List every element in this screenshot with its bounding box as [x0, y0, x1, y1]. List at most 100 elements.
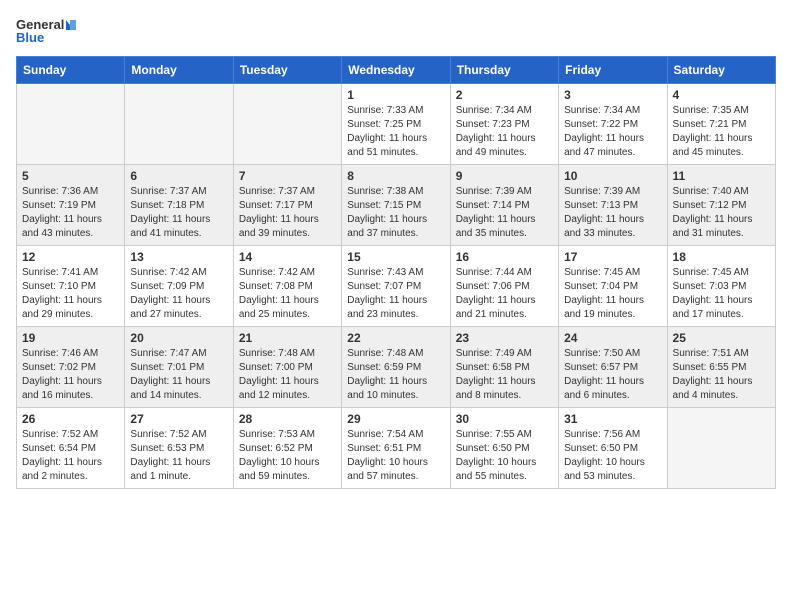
day-info: Sunrise: 7:37 AM Sunset: 7:18 PM Dayligh…	[130, 185, 227, 241]
calendar-cell: 26 Sunrise: 7:52 AM Sunset: 6:54 PM Dayli…	[17, 408, 125, 489]
day-info: Sunrise: 7:37 AM Sunset: 7:17 PM Dayligh…	[239, 185, 336, 241]
day-info: Sunrise: 7:47 AM Sunset: 7:01 PM Dayligh…	[130, 347, 227, 403]
calendar-cell	[125, 84, 233, 165]
day-info: Sunrise: 7:45 AM Sunset: 7:03 PM Dayligh…	[673, 266, 770, 322]
weekday-header-friday: Friday	[559, 57, 667, 84]
logo: GeneralBlue	[16, 16, 76, 46]
day-info: Sunrise: 7:36 AM Sunset: 7:19 PM Dayligh…	[22, 185, 119, 241]
calendar-cell: 5 Sunrise: 7:36 AM Sunset: 7:19 PM Daylig…	[17, 165, 125, 246]
day-number: 9	[456, 169, 553, 183]
weekday-header-monday: Monday	[125, 57, 233, 84]
page-header: GeneralBlue	[16, 16, 776, 46]
calendar-cell: 3Sunrise: 7:34 AM Sunset: 7:22 PM Daylig…	[559, 84, 667, 165]
day-info: Sunrise: 7:40 AM Sunset: 7:12 PM Dayligh…	[673, 185, 770, 241]
calendar-cell: 2 Sunrise: 7:34 AM Sunset: 7:23 PM Daylig…	[450, 84, 558, 165]
calendar-cell: 25 Sunrise: 7:51 AM Sunset: 6:55 PM Dayli…	[667, 327, 775, 408]
calendar-cell: 14Sunrise: 7:42 AM Sunset: 7:08 PM Dayli…	[233, 246, 341, 327]
weekday-header-saturday: Saturday	[667, 57, 775, 84]
day-info: Sunrise: 7:41 AM Sunset: 7:10 PM Dayligh…	[22, 266, 119, 322]
calendar-cell: 7 Sunrise: 7:37 AM Sunset: 7:17 PM Daylig…	[233, 165, 341, 246]
calendar-cell: 20 Sunrise: 7:47 AM Sunset: 7:01 PM Dayli…	[125, 327, 233, 408]
calendar-cell: 30 Sunrise: 7:55 AM Sunset: 6:50 PM Dayli…	[450, 408, 558, 489]
calendar-cell: 17 Sunrise: 7:45 AM Sunset: 7:04 PM Dayli…	[559, 246, 667, 327]
calendar-cell: 16 Sunrise: 7:44 AM Sunset: 7:06 PM Dayli…	[450, 246, 558, 327]
day-info: Sunrise: 7:49 AM Sunset: 6:58 PM Dayligh…	[456, 347, 553, 403]
day-number: 28	[239, 412, 336, 426]
day-number: 12	[22, 250, 119, 264]
day-number: 11	[673, 169, 770, 183]
day-info: Sunrise: 7:53 AM Sunset: 6:52 PM Dayligh…	[239, 428, 336, 484]
weekday-header-thursday: Thursday	[450, 57, 558, 84]
day-info: Sunrise: 7:55 AM Sunset: 6:50 PM Dayligh…	[456, 428, 553, 484]
calendar-cell: 12 Sunrise: 7:41 AM Sunset: 7:10 PM Dayli…	[17, 246, 125, 327]
calendar-cell: 6 Sunrise: 7:37 AM Sunset: 7:18 PM Daylig…	[125, 165, 233, 246]
calendar-cell	[17, 84, 125, 165]
day-number: 8	[347, 169, 444, 183]
calendar-cell: 19 Sunrise: 7:46 AM Sunset: 7:02 PM Dayli…	[17, 327, 125, 408]
calendar-week-row: 12 Sunrise: 7:41 AM Sunset: 7:10 PM Dayli…	[17, 246, 776, 327]
day-number: 31	[564, 412, 661, 426]
day-info: Sunrise: 7:52 AM Sunset: 6:54 PM Dayligh…	[22, 428, 119, 484]
calendar-cell: 31Sunrise: 7:56 AM Sunset: 6:50 PM Dayli…	[559, 408, 667, 489]
day-number: 23	[456, 331, 553, 345]
day-number: 24	[564, 331, 661, 345]
day-number: 4	[673, 88, 770, 102]
day-number: 16	[456, 250, 553, 264]
day-info: Sunrise: 7:44 AM Sunset: 7:06 PM Dayligh…	[456, 266, 553, 322]
day-number: 20	[130, 331, 227, 345]
day-info: Sunrise: 7:39 AM Sunset: 7:13 PM Dayligh…	[564, 185, 661, 241]
calendar-cell: 11 Sunrise: 7:40 AM Sunset: 7:12 PM Dayli…	[667, 165, 775, 246]
day-info: Sunrise: 7:48 AM Sunset: 6:59 PM Dayligh…	[347, 347, 444, 403]
calendar-cell: 10 Sunrise: 7:39 AM Sunset: 7:13 PM Dayli…	[559, 165, 667, 246]
day-number: 14	[239, 250, 336, 264]
weekday-header-sunday: Sunday	[17, 57, 125, 84]
day-number: 22	[347, 331, 444, 345]
day-number: 25	[673, 331, 770, 345]
calendar-cell: 21 Sunrise: 7:48 AM Sunset: 7:00 PM Dayli…	[233, 327, 341, 408]
calendar-cell: 9Sunrise: 7:39 AM Sunset: 7:14 PM Daylig…	[450, 165, 558, 246]
calendar-cell: 4Sunrise: 7:35 AM Sunset: 7:21 PM Daylig…	[667, 84, 775, 165]
day-info: Sunrise: 7:43 AM Sunset: 7:07 PM Dayligh…	[347, 266, 444, 322]
day-number: 15	[347, 250, 444, 264]
day-number: 18	[673, 250, 770, 264]
day-info: Sunrise: 7:34 AM Sunset: 7:23 PM Dayligh…	[456, 104, 553, 160]
calendar-cell: 22 Sunrise: 7:48 AM Sunset: 6:59 PM Dayli…	[342, 327, 450, 408]
day-info: Sunrise: 7:50 AM Sunset: 6:57 PM Dayligh…	[564, 347, 661, 403]
day-number: 21	[239, 331, 336, 345]
calendar-cell: 23 Sunrise: 7:49 AM Sunset: 6:58 PM Dayli…	[450, 327, 558, 408]
calendar-week-row: 19 Sunrise: 7:46 AM Sunset: 7:02 PM Dayli…	[17, 327, 776, 408]
weekday-header-row: SundayMondayTuesdayWednesdayThursdayFrid…	[17, 57, 776, 84]
day-number: 30	[456, 412, 553, 426]
day-info: Sunrise: 7:33 AM Sunset: 7:25 PM Dayligh…	[347, 104, 444, 160]
day-number: 19	[22, 331, 119, 345]
calendar-week-row: 5 Sunrise: 7:36 AM Sunset: 7:19 PM Daylig…	[17, 165, 776, 246]
day-info: Sunrise: 7:48 AM Sunset: 7:00 PM Dayligh…	[239, 347, 336, 403]
calendar-week-row: 1Sunrise: 7:33 AM Sunset: 7:25 PM Daylig…	[17, 84, 776, 165]
calendar-week-row: 26 Sunrise: 7:52 AM Sunset: 6:54 PM Dayli…	[17, 408, 776, 489]
calendar-cell: 27 Sunrise: 7:52 AM Sunset: 6:53 PM Dayli…	[125, 408, 233, 489]
day-number: 10	[564, 169, 661, 183]
calendar-cell: 13 Sunrise: 7:42 AM Sunset: 7:09 PM Dayli…	[125, 246, 233, 327]
calendar-cell: 15 Sunrise: 7:43 AM Sunset: 7:07 PM Dayli…	[342, 246, 450, 327]
day-info: Sunrise: 7:51 AM Sunset: 6:55 PM Dayligh…	[673, 347, 770, 403]
day-number: 13	[130, 250, 227, 264]
calendar-cell: 18 Sunrise: 7:45 AM Sunset: 7:03 PM Dayli…	[667, 246, 775, 327]
day-number: 27	[130, 412, 227, 426]
day-number: 17	[564, 250, 661, 264]
svg-text:Blue: Blue	[16, 30, 44, 45]
calendar-cell	[233, 84, 341, 165]
day-number: 6	[130, 169, 227, 183]
day-info: Sunrise: 7:42 AM Sunset: 7:09 PM Dayligh…	[130, 266, 227, 322]
day-number: 29	[347, 412, 444, 426]
day-info: Sunrise: 7:46 AM Sunset: 7:02 PM Dayligh…	[22, 347, 119, 403]
calendar-cell: 24 Sunrise: 7:50 AM Sunset: 6:57 PM Dayli…	[559, 327, 667, 408]
calendar-cell: 29Sunrise: 7:54 AM Sunset: 6:51 PM Dayli…	[342, 408, 450, 489]
day-number: 26	[22, 412, 119, 426]
day-number: 2	[456, 88, 553, 102]
weekday-header-tuesday: Tuesday	[233, 57, 341, 84]
day-number: 7	[239, 169, 336, 183]
calendar-cell: 1Sunrise: 7:33 AM Sunset: 7:25 PM Daylig…	[342, 84, 450, 165]
day-info: Sunrise: 7:45 AM Sunset: 7:04 PM Dayligh…	[564, 266, 661, 322]
day-info: Sunrise: 7:52 AM Sunset: 6:53 PM Dayligh…	[130, 428, 227, 484]
day-number: 5	[22, 169, 119, 183]
